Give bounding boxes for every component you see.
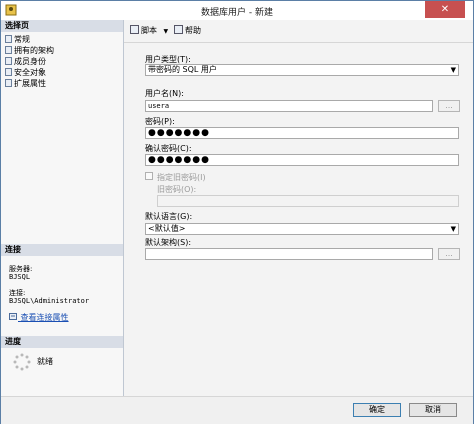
button-bar: 确定 取消 [1,396,473,424]
dialog-window: 数据库用户 - 新建 ✕ 选择页 常规 拥有的架构 成员身份 安全对象 扩展属性… [0,0,474,424]
close-icon: ✕ [440,4,450,15]
confirm-password-label: 确认密码(C): [145,144,192,153]
cancel-button[interactable]: 取消 [409,403,457,417]
default-language-value: <默认值> [148,224,186,233]
user-type-dropdown[interactable]: 带密码的 SQL 用户 ▼ [145,64,459,76]
view-connection-properties-link[interactable]: 查看连接属性 [9,312,69,323]
page-item-securables[interactable]: 安全对象 [5,67,46,78]
page-icon [5,35,12,43]
username-label: 用户名(N): [145,89,184,98]
default-language-dropdown[interactable]: <默认值> ▼ [145,223,459,235]
page-item-general[interactable]: 常规 [5,34,30,45]
view-connection-properties-label: 查看连接属性 [20,313,69,322]
help-button[interactable]: 帮助 [174,25,201,37]
page-item-label: 常规 [14,35,30,44]
title-bar: 数据库用户 - 新建 ✕ [1,1,473,20]
server-value: BJSQL [9,273,31,281]
page-icon [5,57,12,65]
main-pane: 脚本 ▼ 帮助 用户类型(T): 带密码的 SQL 用户 ▼ 用户名(N): u… [124,20,473,406]
connection-properties-icon [9,313,17,320]
confirm-password-input[interactable]: ●●●●●●● [145,154,459,166]
default-schema-input[interactable] [145,248,433,260]
connection-header: 连接 [1,244,123,256]
chevron-down-icon: ▼ [163,28,169,35]
help-label: 帮助 [185,26,201,35]
page-item-label: 拥有的架构 [14,46,54,55]
default-schema-label: 默认架构(S): [145,238,192,247]
password-input[interactable]: ●●●●●●● [145,127,459,139]
window-title: 数据库用户 - 新建 [201,8,273,18]
script-button[interactable]: 脚本 ▼ [130,25,168,37]
chevron-down-icon: ▼ [450,66,456,74]
page-item-label: 安全对象 [14,68,46,77]
script-icon [130,25,139,34]
pages-header: 选择页 [1,20,123,32]
page-item-label: 扩展属性 [14,79,46,88]
password-label: 密码(P): [145,117,175,126]
page-item-membership[interactable]: 成员身份 [5,56,46,67]
page-icon [5,46,12,54]
username-browse-button[interactable]: ... [438,100,460,112]
page-item-owned-schemas[interactable]: 拥有的架构 [5,45,54,56]
page-item-extended-properties[interactable]: 扩展属性 [5,78,46,89]
username-input[interactable]: usera [145,100,433,112]
user-type-value: 带密码的 SQL 用户 [148,65,217,74]
old-password-label: 旧密码(O): [157,185,197,194]
default-language-label: 默认语言(G): [145,212,193,221]
progress-status: 就绪 [37,357,53,366]
script-label: 脚本 [141,26,157,35]
progress-spinner-icon [13,353,31,371]
page-icon [5,79,12,87]
chevron-down-icon: ▼ [450,225,456,233]
ok-button[interactable]: 确定 [353,403,401,417]
progress-header: 进度 [1,336,123,348]
toolbar: 脚本 ▼ 帮助 [124,20,473,43]
page-icon [5,68,12,76]
help-icon [174,25,183,34]
specify-old-password-label: 指定旧密码(I) [157,173,206,182]
page-item-label: 成员身份 [14,57,46,66]
close-button[interactable]: ✕ [425,1,465,18]
default-schema-browse-button[interactable]: ... [438,248,460,260]
specify-old-password-checkbox[interactable] [145,172,153,180]
old-password-input[interactable] [157,195,459,207]
connection-value: BJSQL\Administrator [9,297,90,305]
left-pane: 选择页 常规 拥有的架构 成员身份 安全对象 扩展属性 连接 服务器: BJSQ… [1,20,124,406]
